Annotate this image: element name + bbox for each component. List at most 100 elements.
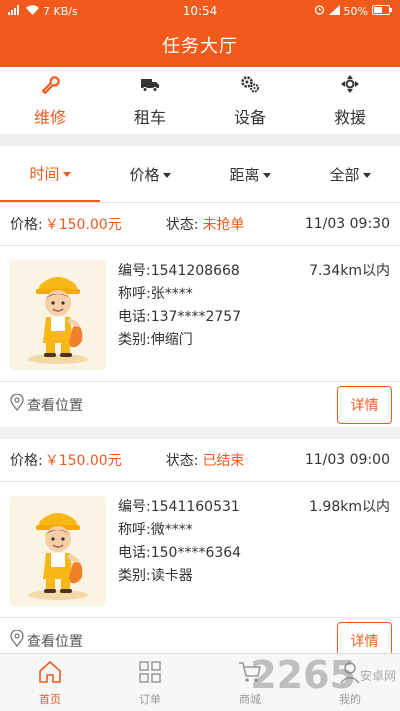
category-label: 租车: [133, 107, 166, 127]
type-label: 类别:: [118, 568, 151, 584]
order-type: 读卡器: [150, 568, 193, 584]
status-label: 状态:: [165, 453, 199, 469]
filter-all[interactable]: 全部: [300, 146, 400, 202]
location-pin-icon: [10, 629, 24, 651]
order-type-row: 类别: 伸缩门: [118, 329, 390, 352]
worker-illustration: [28, 513, 88, 600]
order-card: 价格: ￥150.00元 状态: 未抢单 11/03 09:30 编号: 154…: [0, 203, 400, 427]
order-number: 1541160531: [150, 499, 240, 515]
order-phone-row: 电话: 150****6364: [118, 542, 390, 565]
name-label: 称呼:: [118, 286, 151, 302]
number-label: 编号:: [118, 499, 151, 515]
view-location-link[interactable]: 查看位置: [10, 629, 83, 651]
caret-down-icon: [62, 171, 71, 177]
tab-home[interactable]: 首页: [0, 654, 100, 711]
type-label: 类别:: [118, 332, 151, 348]
order-name-row: 称呼: 微****: [118, 519, 390, 542]
worker-avatar: [10, 496, 106, 606]
status-right: 50%: [314, 4, 392, 18]
tab-label: 商城: [239, 692, 261, 706]
category-rescue[interactable]: 救援: [300, 67, 400, 134]
order-name-row: 称呼: 张****: [118, 283, 390, 306]
price-label: 价格:: [10, 453, 43, 469]
network-speed: 7 KB/s: [43, 4, 78, 18]
signal-icon: [8, 4, 22, 18]
caret-down-icon: [362, 172, 371, 178]
phone-label: 电话:: [118, 309, 151, 325]
tab-profile[interactable]: 我的: [300, 654, 400, 711]
tab-label: 首页: [39, 692, 61, 706]
phone-label: 电话:: [118, 545, 151, 561]
app-header: 任务大厅: [0, 22, 400, 67]
tab-orders[interactable]: 订单: [100, 654, 200, 711]
view-location-label: 查看位置: [27, 633, 83, 650]
filter-label: 距离: [229, 165, 260, 184]
tab-mall[interactable]: 商城: [200, 654, 300, 711]
tab-label: 我的: [339, 692, 361, 706]
order-header: 价格: ￥150.00元 状态: 已结束 11/03 09:00: [0, 439, 400, 482]
crosshair-icon: [340, 74, 360, 98]
page-title: 任务大厅: [162, 35, 238, 57]
wifi-icon: [26, 4, 39, 18]
order-status: 已结束: [202, 453, 245, 469]
detail-button[interactable]: 详情: [337, 385, 392, 424]
grid-icon: [137, 659, 163, 688]
category-label: 维修: [33, 107, 66, 127]
caret-down-icon: [262, 172, 271, 178]
order-body[interactable]: 编号: 1541160531 1.98km以内 称呼: 微**** 电话: 15…: [0, 482, 400, 618]
order-info: 编号: 1541208668 7.34km以内 称呼: 张**** 电话: 13…: [118, 260, 390, 352]
bottom-tab-bar: 首页 订单 商城 我的: [0, 653, 400, 711]
order-time: 11/03 09:30: [304, 216, 390, 232]
price-label: 价格:: [10, 217, 43, 233]
filter-label: 时间: [29, 164, 60, 183]
truck-icon: [140, 74, 160, 98]
status-label: 状态:: [165, 217, 199, 233]
location-pin-icon: [10, 393, 24, 415]
order-price: ￥150.00元: [44, 453, 122, 469]
filter-time[interactable]: 时间: [0, 146, 100, 202]
order-header: 价格: ￥150.00元 状态: 未抢单 11/03 09:30: [0, 203, 400, 246]
order-time: 11/03 09:00: [304, 452, 390, 468]
worker-illustration: [28, 277, 88, 364]
category-bar: 维修 租车 设备 救援: [0, 67, 400, 134]
view-location-link[interactable]: 查看位置: [10, 393, 83, 415]
order-distance: 7.34km以内: [309, 263, 390, 279]
status-bar: 7 KB/s 10:54 50%: [0, 0, 400, 22]
customer-phone: 137****2757: [150, 309, 242, 325]
battery-percent: 50%: [343, 4, 368, 18]
gears-icon: [240, 74, 260, 98]
category-equipment[interactable]: 设备: [200, 67, 300, 134]
name-label: 称呼:: [118, 522, 151, 538]
order-price: ￥150.00元: [44, 217, 122, 233]
filter-distance[interactable]: 距离: [200, 146, 300, 202]
category-rental[interactable]: 租车: [100, 67, 200, 134]
filter-price[interactable]: 价格: [100, 146, 200, 202]
order-type-row: 类别: 读卡器: [118, 565, 390, 588]
category-label: 救援: [333, 107, 366, 127]
order-card: 价格: ￥150.00元 状态: 已结束 11/03 09:00 编号: 154…: [0, 439, 400, 663]
order-status: 未抢单: [202, 217, 245, 233]
order-number-row: 编号: 1541208668 7.34km以内: [118, 260, 390, 283]
worker-avatar: [10, 260, 106, 370]
order-info: 编号: 1541160531 1.98km以内 称呼: 微**** 电话: 15…: [118, 496, 390, 588]
order-footer: 查看位置 详情: [0, 382, 400, 427]
customer-phone: 150****6364: [150, 545, 242, 561]
battery-icon: [372, 4, 392, 18]
home-icon: [37, 659, 63, 688]
caret-down-icon: [162, 172, 171, 178]
customer-name: 微****: [150, 522, 193, 538]
filter-bar: 时间 价格 距离 全部: [0, 146, 400, 203]
tab-label: 订单: [139, 692, 161, 706]
status-left: 7 KB/s: [8, 4, 78, 18]
customer-name: 张****: [150, 286, 193, 302]
order-body[interactable]: 编号: 1541208668 7.34km以内 称呼: 张**** 电话: 13…: [0, 246, 400, 382]
section-gap: [0, 134, 400, 146]
order-number-row: 编号: 1541160531 1.98km以内: [118, 496, 390, 519]
view-location-label: 查看位置: [27, 397, 83, 414]
user-icon: [337, 659, 363, 688]
signal-strength-icon: [328, 4, 340, 18]
alarm-icon: [314, 4, 325, 18]
category-repair[interactable]: 维修: [0, 67, 100, 134]
order-number: 1541208668: [150, 263, 240, 279]
cart-icon: [237, 659, 263, 688]
